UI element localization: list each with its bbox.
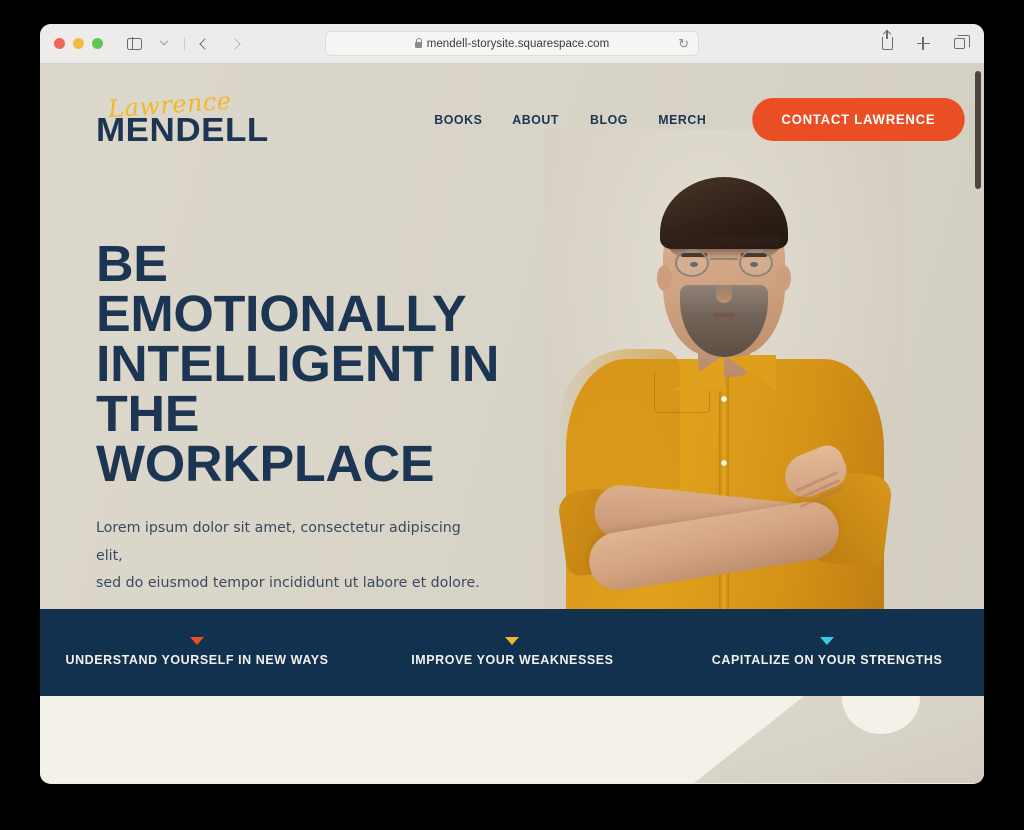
logo-main-text: MENDELL	[96, 111, 269, 148]
site-header: Lawrence MENDELL BOOKS ABOUT BLOG MERCH …	[40, 64, 984, 174]
feature-bar: UNDERSTAND YOURSELF IN NEW WAYS IMPROVE …	[40, 609, 984, 696]
main-navigation: BOOKS ABOUT BLOG MERCH CONTACT LAWRENCE	[433, 97, 968, 141]
close-window-button[interactable]	[54, 38, 65, 49]
headline-line-2: INTELLIGENT IN	[96, 334, 500, 392]
page-title: BE EMOTIONALLY INTELLIGENT IN THE WORKPL…	[96, 235, 504, 492]
address-bar[interactable]: mendell-storysite.squarespace.com ↻	[325, 31, 699, 56]
portrait-shirt-button-top	[721, 396, 727, 402]
headline-line-3: THE WORKPLACE	[96, 384, 435, 492]
sidebar-toggle-button[interactable]	[121, 32, 147, 56]
back-button[interactable]	[192, 32, 218, 56]
toolbar-divider	[184, 36, 185, 51]
feature-label: IMPROVE YOUR WEAKNESSES	[410, 651, 614, 667]
new-tab-button[interactable]	[910, 32, 936, 56]
reload-button[interactable]: ↻	[678, 37, 689, 50]
feature-item-capitalize[interactable]: CAPITALIZE ON YOUR STRENGTHS	[669, 636, 984, 669]
traffic-light-buttons	[54, 38, 103, 49]
triangle-marker-icon	[505, 636, 519, 645]
glasses-bridge	[710, 258, 738, 260]
plus-icon	[916, 37, 930, 50]
portrait-shirt-button-mid	[721, 460, 727, 466]
chevron-right-icon	[229, 37, 241, 50]
hero-portrait-image	[544, 129, 904, 609]
minimize-window-button[interactable]	[73, 38, 84, 49]
browser-toolbar: mendell-storysite.squarespace.com ↻	[40, 24, 984, 64]
glasses-lens-left	[675, 249, 709, 277]
subcopy-line-1: Lorem ipsum dolor sit amet, consectetur …	[96, 519, 461, 564]
subcopy-line-2: sed do eiusmod tempor incididunt ut labo…	[96, 575, 480, 592]
sidebar-icon	[126, 37, 142, 50]
tab-overview-button[interactable]	[946, 32, 972, 56]
page-viewport: Lawrence MENDELL BOOKS ABOUT BLOG MERCH …	[40, 64, 984, 783]
feature-label: CAPITALIZE ON YOUR STRENGTHS	[711, 651, 942, 667]
toolbar-right-controls	[874, 30, 972, 56]
portrait-nose	[716, 283, 732, 303]
hero-subcopy: Lorem ipsum dolor sit amet, consectetur …	[96, 515, 486, 598]
portrait-mouth	[713, 313, 735, 317]
maximize-window-button[interactable]	[92, 38, 103, 49]
site-logo[interactable]: Lawrence MENDELL	[96, 87, 268, 148]
forward-button[interactable]	[222, 32, 248, 56]
share-icon	[881, 30, 893, 50]
nav-item-books[interactable]: BOOKS	[434, 112, 482, 127]
triangle-marker-icon	[190, 636, 205, 645]
portrait-glasses	[674, 249, 774, 279]
nav-item-merch[interactable]: MERCH	[658, 112, 706, 127]
hero-section: Lawrence MENDELL BOOKS ABOUT BLOG MERCH …	[40, 64, 984, 609]
portrait-ear-right	[776, 265, 791, 291]
feature-item-understand[interactable]: UNDERSTAND YOURSELF IN NEW WAYS	[40, 636, 355, 669]
portrait-collar-right	[724, 355, 776, 391]
headline-line-1: BE EMOTIONALLY	[96, 235, 467, 342]
portrait-collar-left	[672, 355, 724, 391]
portrait-ear-left	[657, 265, 672, 291]
lower-section	[40, 696, 984, 783]
toolbar-left-controls	[121, 32, 248, 56]
nav-item-about[interactable]: ABOUT	[513, 112, 560, 127]
browser-window: mendell-storysite.squarespace.com ↻ Lawr…	[40, 24, 984, 784]
nav-item-blog[interactable]: BLOG	[590, 112, 628, 127]
chevron-left-icon	[199, 37, 211, 50]
tab-group-dropdown-button[interactable]	[151, 32, 177, 56]
feature-item-improve[interactable]: IMPROVE YOUR WEAKNESSES	[355, 636, 670, 669]
hero-copy: BE EMOTIONALLY INTELLIGENT IN THE WORKPL…	[96, 238, 500, 609]
lower-section-image	[694, 696, 984, 783]
triangle-marker-icon	[819, 636, 834, 645]
chevron-down-icon	[159, 36, 169, 45]
share-button[interactable]	[874, 30, 900, 56]
address-bar-url: mendell-storysite.squarespace.com	[426, 37, 610, 50]
contact-lawrence-button[interactable]: CONTACT LAWRENCE	[752, 97, 965, 141]
glasses-lens-right	[739, 249, 773, 277]
tab-overview-icon	[953, 35, 970, 49]
feature-label: UNDERSTAND YOURSELF IN NEW WAYS	[65, 651, 329, 667]
lock-icon	[414, 37, 423, 48]
